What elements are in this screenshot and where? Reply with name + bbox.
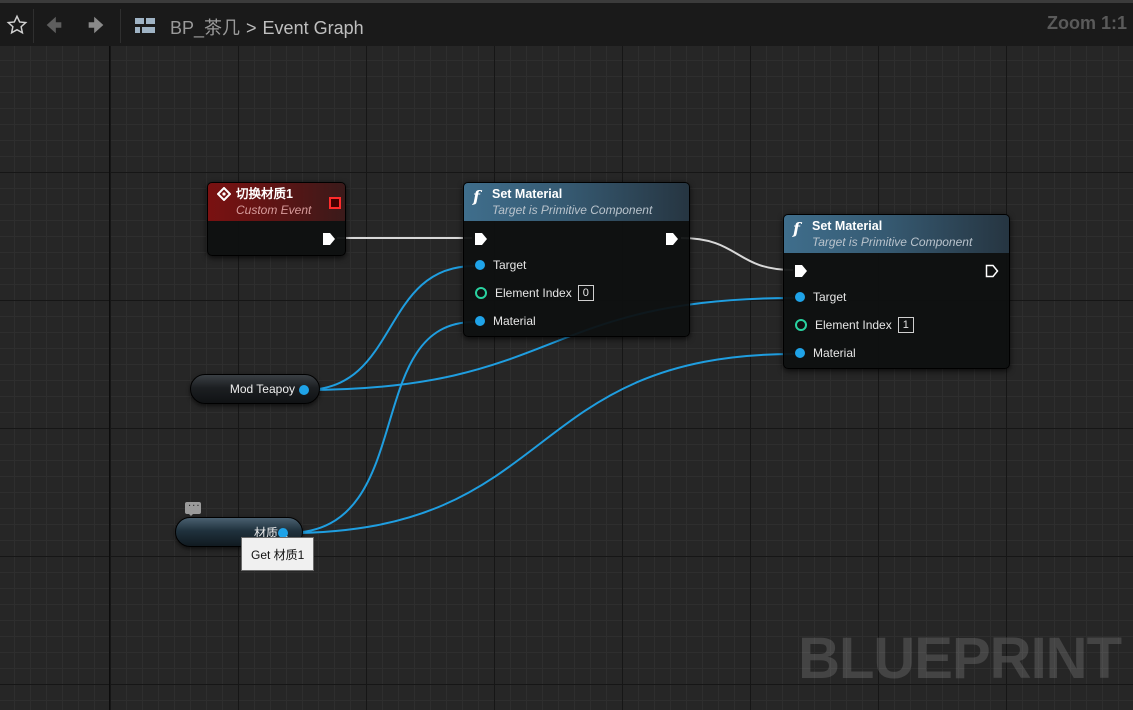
object-wire-material-to-material1[interactable]: [287, 321, 475, 534]
element-index-pin[interactable]: [795, 319, 807, 331]
set-material-1-header: f Set Material Target is Primitive Compo…: [464, 183, 689, 221]
element-index-label: Element Index: [815, 318, 892, 332]
element-index-pin-row[interactable]: Element Index 1: [795, 317, 914, 333]
mod-teapoy-label: Mod Teapoy: [229, 382, 295, 396]
set-material-2-subtitle: Target is Primitive Component: [812, 235, 973, 249]
mod-teapoy-output-pin[interactable]: [299, 385, 309, 395]
blueprint-watermark: BLUEPRINT: [798, 626, 1122, 691]
exec-out-pin[interactable]: [985, 264, 999, 278]
exec-wire-set1-to-set2[interactable]: [680, 237, 794, 271]
exec-in-pin[interactable]: [794, 264, 808, 278]
target-pin[interactable]: [475, 260, 485, 270]
element-index-value[interactable]: 0: [577, 285, 594, 301]
object-wire-teapoy-to-target1[interactable]: [304, 265, 475, 391]
event-diamond-icon: [217, 187, 231, 201]
material-pin-row[interactable]: Material: [475, 314, 536, 328]
material-pin-label: Material: [493, 314, 536, 328]
mod-teapoy-variable-node[interactable]: Mod Teapoy: [190, 374, 320, 404]
target-pin-row[interactable]: Target: [795, 290, 846, 304]
material-pin[interactable]: [795, 348, 805, 358]
comment-bubble-dots: ...: [188, 498, 201, 509]
element-index-label: Element Index: [495, 286, 572, 300]
set-material-node-1[interactable]: f Set Material Target is Primitive Compo…: [463, 182, 690, 337]
variable-tooltip: Get 材质1: [241, 537, 315, 571]
set-material-node-2[interactable]: f Set Material Target is Primitive Compo…: [783, 214, 1010, 369]
object-wire-material-to-material2[interactable]: [287, 353, 795, 534]
exec-out-pin[interactable]: [665, 232, 679, 246]
element-index-pin[interactable]: [475, 287, 487, 299]
material-pin[interactable]: [475, 316, 485, 326]
custom-event-header: 切换材质1 Custom Event: [208, 183, 345, 221]
function-icon: f: [793, 219, 800, 238]
target-pin-label: Target: [493, 258, 527, 272]
set-material-1-subtitle: Target is Primitive Component: [492, 203, 653, 217]
delegate-pin[interactable]: [329, 197, 341, 209]
function-icon: f: [473, 187, 480, 206]
custom-event-node[interactable]: 切换材质1 Custom Event: [207, 182, 346, 256]
set-material-2-header: f Set Material Target is Primitive Compo…: [784, 215, 1009, 253]
target-pin-label: Target: [813, 290, 847, 304]
material-pin-row[interactable]: Material: [795, 346, 856, 360]
exec-out-pin[interactable]: [322, 232, 336, 246]
target-pin[interactable]: [795, 292, 805, 302]
comment-icon[interactable]: ...: [185, 498, 201, 516]
material-pin-label: Material: [813, 346, 856, 360]
set-material-2-title: Set Material: [812, 219, 883, 233]
element-index-value[interactable]: 1: [897, 317, 914, 333]
target-pin-row[interactable]: Target: [475, 258, 526, 272]
element-index-pin-row[interactable]: Element Index 0: [475, 285, 594, 301]
exec-in-pin[interactable]: [474, 232, 488, 246]
set-material-1-title: Set Material: [492, 187, 563, 201]
